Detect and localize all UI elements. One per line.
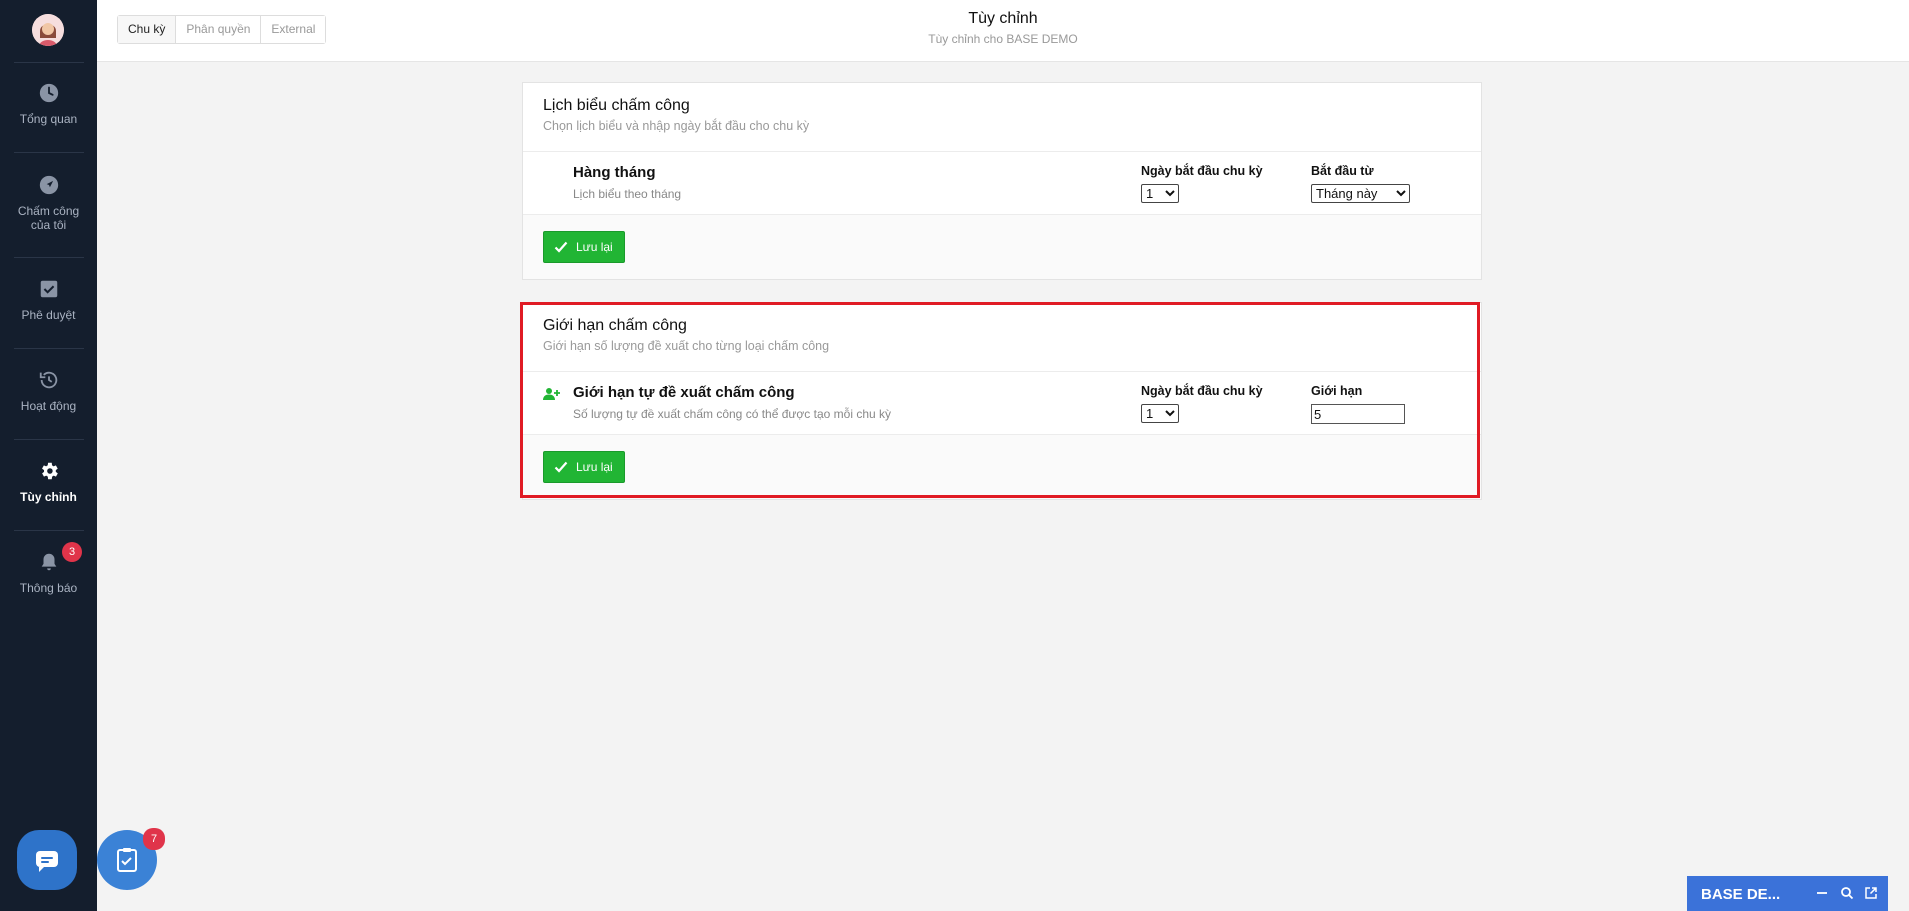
- schedule-row: Hàng tháng Lịch biểu theo tháng Ngày bắt…: [523, 152, 1481, 215]
- sidebar: Tổng quan Chấm công của tôi Phê duyệt Ho…: [0, 0, 97, 911]
- schedule-card: Lịch biểu chấm công Chọn lịch biểu và nh…: [522, 82, 1482, 280]
- sidebar-item-hoat-dong[interactable]: Hoạt động: [0, 369, 97, 413]
- minimize-icon[interactable]: [1815, 886, 1829, 900]
- sidebar-item-phe-duyet[interactable]: Phê duyệt: [0, 278, 97, 322]
- external-link-icon[interactable]: [1864, 886, 1878, 900]
- limit-label: Giới hạn: [1311, 384, 1363, 398]
- sidebar-item-label: Tổng quan: [19, 112, 78, 126]
- user-plus-icon: [543, 388, 560, 400]
- check-icon: [554, 241, 568, 253]
- sidebar-item-label: Chấm công của tôi: [17, 204, 80, 232]
- start-from-select[interactable]: Tháng này: [1311, 184, 1410, 203]
- start-day-select[interactable]: 1: [1141, 184, 1179, 203]
- sidebar-item-tuy-chinh[interactable]: Tùy chỉnh: [0, 460, 97, 504]
- search-icon[interactable]: [1840, 886, 1854, 900]
- start-day-label: Ngày bắt đầu chu kỳ: [1141, 384, 1263, 398]
- check-icon: [554, 461, 568, 473]
- bell-icon: [41, 553, 56, 571]
- sidebar-item-label: Thông báo: [19, 581, 78, 595]
- page-subtitle: Tùy chỉnh cho BASE DEMO: [928, 32, 1078, 46]
- card-header: Lịch biểu chấm công Chọn lịch biểu và nh…: [523, 83, 1481, 152]
- save-button[interactable]: Lưu lại: [543, 231, 625, 263]
- limit-card: Giới hạn chấm công Giới hạn số lượng đề …: [522, 302, 1482, 500]
- start-day-select[interactable]: 1: [1141, 404, 1179, 423]
- card-footer: Lưu lại: [523, 215, 1481, 279]
- save-button-label: Lưu lại: [576, 460, 613, 474]
- start-day-label: Ngày bắt đầu chu kỳ: [1141, 164, 1263, 178]
- sidebar-item-label: Phê duyệt: [21, 308, 76, 322]
- history-icon: [39, 371, 57, 389]
- clock-icon: [39, 83, 58, 103]
- limit-input[interactable]: [1311, 404, 1405, 424]
- card-header: Giới hạn chấm công Giới hạn số lượng đề …: [523, 303, 1481, 372]
- save-button[interactable]: Lưu lại: [543, 451, 625, 483]
- limit-row: Giới hạn tự đề xuất chấm công Số lượng t…: [523, 372, 1481, 435]
- divider: [14, 152, 84, 153]
- page-title: Tùy chỉnh: [968, 10, 1038, 27]
- page-header: Chu kỳ Phân quyền External Tùy chỉnh Tùy…: [97, 0, 1909, 62]
- widget-title: BASE DE...: [1701, 886, 1781, 903]
- sidebar-item-cham-cong[interactable]: Chấm công của tôi: [0, 174, 97, 232]
- gear-icon: [41, 462, 58, 480]
- sidebar-item-tong-quan[interactable]: Tổng quan: [0, 82, 97, 126]
- row-title: Hàng tháng: [573, 164, 656, 181]
- start-from-label: Bắt đầu từ: [1311, 164, 1374, 178]
- chat-icon: [36, 851, 58, 872]
- chat-button[interactable]: [17, 830, 77, 890]
- card-description: Chọn lịch biểu và nhập ngày bắt đầu cho …: [543, 119, 810, 133]
- navigation-icon: [39, 175, 58, 195]
- divider: [14, 62, 84, 63]
- check-square-icon: [40, 280, 57, 298]
- card-title: Lịch biểu chấm công: [543, 97, 690, 114]
- sidebar-item-label: Hoạt động: [20, 399, 77, 413]
- notification-badge: 3: [62, 542, 82, 562]
- card-description: Giới hạn số lượng đề xuất cho từng loại …: [543, 339, 830, 353]
- divider: [14, 257, 84, 258]
- chat-widget[interactable]: BASE DE...: [1687, 876, 1888, 911]
- card-footer: Lưu lại: [523, 435, 1481, 499]
- save-button-label: Lưu lại: [576, 240, 613, 254]
- divider: [14, 530, 84, 531]
- sidebar-item-thong-bao[interactable]: Thông báo: [0, 551, 97, 595]
- row-title: Giới hạn tự đề xuất chấm công: [573, 384, 795, 401]
- sidebar-item-label: Tùy chỉnh: [20, 490, 77, 504]
- divider: [14, 348, 84, 349]
- tasks-badge: 7: [143, 828, 165, 850]
- row-description: Số lượng tự đề xuất chấm công có thể đượ…: [573, 407, 891, 421]
- row-description: Lịch biểu theo tháng: [573, 187, 682, 201]
- card-title: Giới hạn chấm công: [543, 317, 687, 334]
- avatar-image: [32, 14, 64, 46]
- avatar[interactable]: [32, 14, 64, 46]
- divider: [14, 439, 84, 440]
